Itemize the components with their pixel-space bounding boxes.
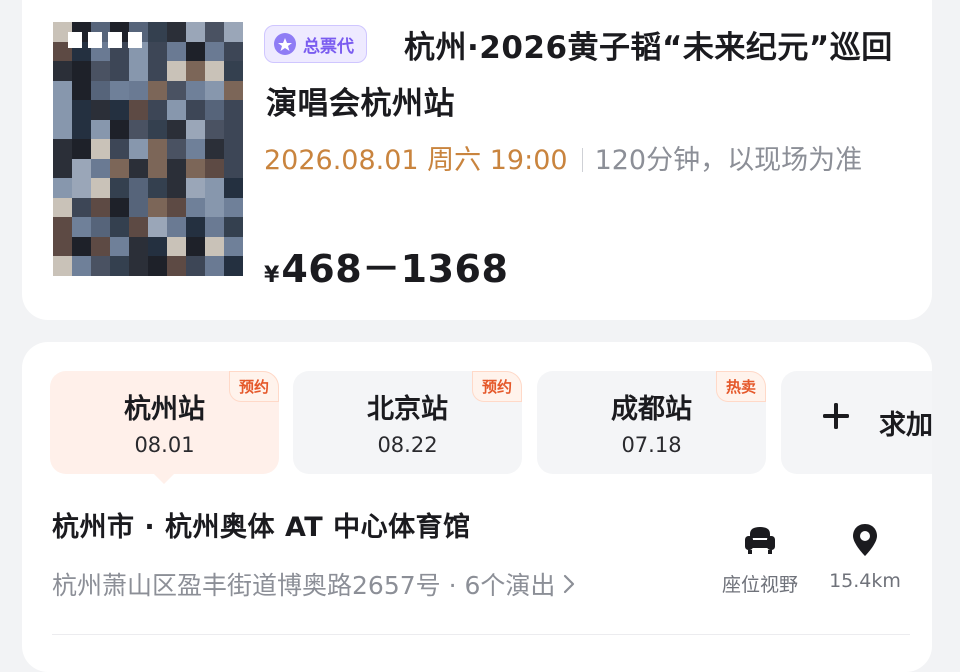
active-tab-pointer	[154, 474, 174, 484]
tab-chengdu[interactable]: 成都站 07.18 热卖	[537, 371, 766, 474]
tab-date: 07.18	[621, 433, 682, 457]
price-currency: ¥	[264, 263, 280, 288]
distance-label: 15.4km	[829, 570, 901, 592]
add-city-button[interactable]: 求加	[781, 371, 932, 474]
venue-address-link[interactable]: 杭州萧山区盈丰街道博奥路2657号 · 6个演出	[52, 566, 575, 602]
price-amount: 468－1368	[281, 247, 509, 291]
add-city-label: 求加	[879, 410, 932, 441]
plus-icon	[823, 403, 849, 429]
map-pin-icon	[853, 524, 877, 556]
poster-logo	[68, 32, 142, 48]
separator	[581, 148, 583, 172]
badge-label: 总票代	[303, 36, 354, 57]
armchair-icon	[745, 527, 775, 554]
event-duration: 120分钟，以现场为准	[594, 145, 863, 176]
tab-date: 08.22	[377, 433, 438, 457]
event-poster[interactable]	[53, 22, 243, 276]
venue-name[interactable]: 杭州市 · 杭州奥体 AT 中心体育馆	[52, 505, 471, 544]
seat-view-label: 座位视野	[721, 574, 798, 596]
city-tabs: 杭州站 08.01 预约 北京站 08.22 预约 成都站 07.18 热卖 求…	[50, 371, 932, 475]
price-range: ¥ 468－1368	[264, 238, 508, 293]
event-date: 2026.08.01 周六 19:00	[264, 145, 568, 176]
ticket-agent-badge: 总票代	[264, 25, 367, 63]
event-datetime-line: 2026.08.01 周六 19:00 120分钟，以现场为准	[264, 138, 924, 184]
tab-date: 08.01	[134, 433, 195, 457]
chevron-right-icon	[564, 574, 575, 594]
distance-button[interactable]: 15.4km	[822, 522, 908, 592]
tab-status-tag: 预约	[228, 371, 279, 402]
tab-status-tag: 热卖	[715, 371, 766, 402]
tab-status-tag: 预约	[471, 371, 522, 402]
tab-hangzhou[interactable]: 杭州站 08.01 预约	[50, 371, 279, 474]
divider	[52, 634, 910, 635]
agent-badge-icon	[274, 33, 296, 55]
tab-beijing[interactable]: 北京站 08.22 预约	[293, 371, 522, 474]
venue-address: 杭州萧山区盈丰街道博奥路2657号 · 6个演出	[52, 571, 556, 600]
seat-view-button[interactable]: 座位视野	[712, 522, 808, 597]
